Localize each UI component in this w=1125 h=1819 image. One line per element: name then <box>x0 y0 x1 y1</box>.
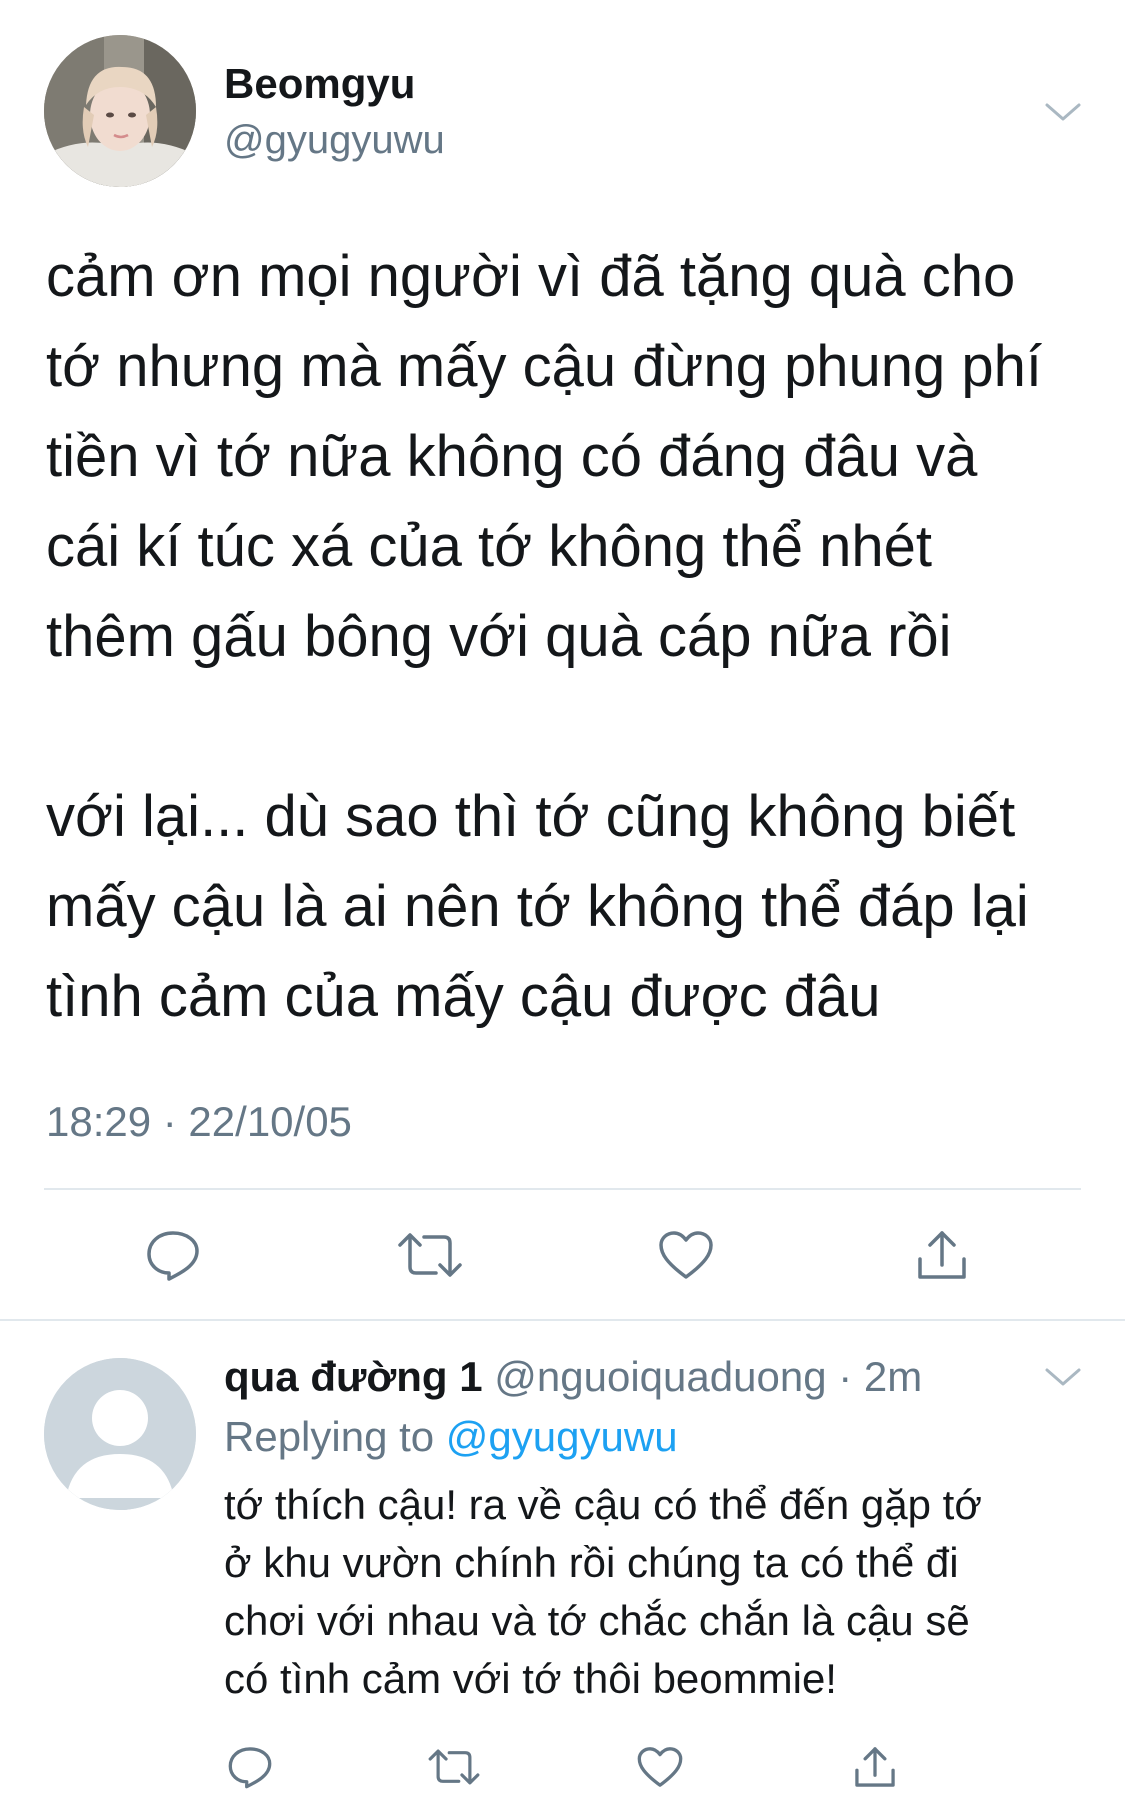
reply-time[interactable]: 2m <box>864 1353 922 1400</box>
replying-to-label: Replying to <box>224 1413 435 1460</box>
retweet-icon[interactable] <box>426 1739 482 1795</box>
replying-to: Replying to @gyugyuwu <box>224 1413 678 1461</box>
like-icon[interactable] <box>632 1739 688 1795</box>
tweet-text-line: thêm gấu bông với quà cáp nữa rồi <box>46 604 952 669</box>
reply-tweet: qua đường 1 @nguoiquaduong · 2m Replying… <box>0 1321 1125 1819</box>
chevron-down-icon[interactable] <box>1043 101 1083 125</box>
reply-text-line: tớ thích cậu! ra về cậu có thể đến gặp t… <box>224 1481 982 1528</box>
reply-author-name[interactable]: qua đường 1 <box>224 1353 483 1400</box>
tweet-text-line: tình cảm của mấy cậu được đâu <box>46 964 881 1029</box>
author-name[interactable]: Beomgyu <box>224 60 415 108</box>
reply-text: tớ thích cậu! ra về cậu có thể đến gặp t… <box>224 1476 1104 1708</box>
share-icon[interactable] <box>847 1739 903 1795</box>
tweet-text-line: tiền vì tớ nữa không có đáng đâu và <box>46 424 978 489</box>
reply-icon[interactable] <box>222 1739 278 1795</box>
main-tweet: Beomgyu @gyugyuwu cảm ơn mọi người vì đã… <box>0 0 1125 1319</box>
reply-text-line: có tình cảm với tớ thôi beommie! <box>224 1655 837 1702</box>
reply-avatar[interactable] <box>44 1358 196 1510</box>
chevron-down-icon[interactable] <box>1043 1366 1083 1390</box>
tweet-timestamp[interactable]: 18:29 · 22/10/05 <box>46 1098 352 1146</box>
reply-text-line: ở khu vườn chính rồi chúng ta có thể đi <box>224 1539 959 1586</box>
separator-dot: · <box>838 1353 853 1400</box>
divider <box>44 1188 1081 1190</box>
reply-author-handle[interactable]: @nguoiquaduong <box>494 1353 826 1400</box>
share-icon[interactable] <box>907 1220 977 1290</box>
like-icon[interactable] <box>651 1220 721 1290</box>
reply-text-line: chơi với nhau và tớ chắc chắn là cậu sẽ <box>224 1597 970 1644</box>
tweet-text: cảm ơn mọi người vì đã tặng quà cho tớ n… <box>46 232 1086 1042</box>
reply-actions <box>0 1739 1125 1799</box>
tweet-text-line: cảm ơn mọi người vì đã tặng quà cho <box>46 244 1016 309</box>
reply-header: qua đường 1 @nguoiquaduong · 2m <box>224 1353 922 1401</box>
author-handle[interactable]: @gyugyuwu <box>224 118 445 163</box>
tweet-text-line: cái kí túc xá của tớ không thể nhét <box>46 514 933 579</box>
tweet-text-line: tớ nhưng mà mấy cậu đừng phung phí <box>46 334 1042 399</box>
tweet-text-line: với lại... dù sao thì tớ cũng không biết <box>46 784 1016 849</box>
tweet-text-line: mấy cậu là ai nên tớ không thể đáp lại <box>46 874 1029 939</box>
tweet-actions <box>0 1220 1125 1300</box>
author-avatar[interactable] <box>44 35 196 187</box>
retweet-icon[interactable] <box>395 1220 465 1290</box>
reply-icon[interactable] <box>138 1220 208 1290</box>
replying-to-mention[interactable]: @gyugyuwu <box>446 1413 678 1460</box>
